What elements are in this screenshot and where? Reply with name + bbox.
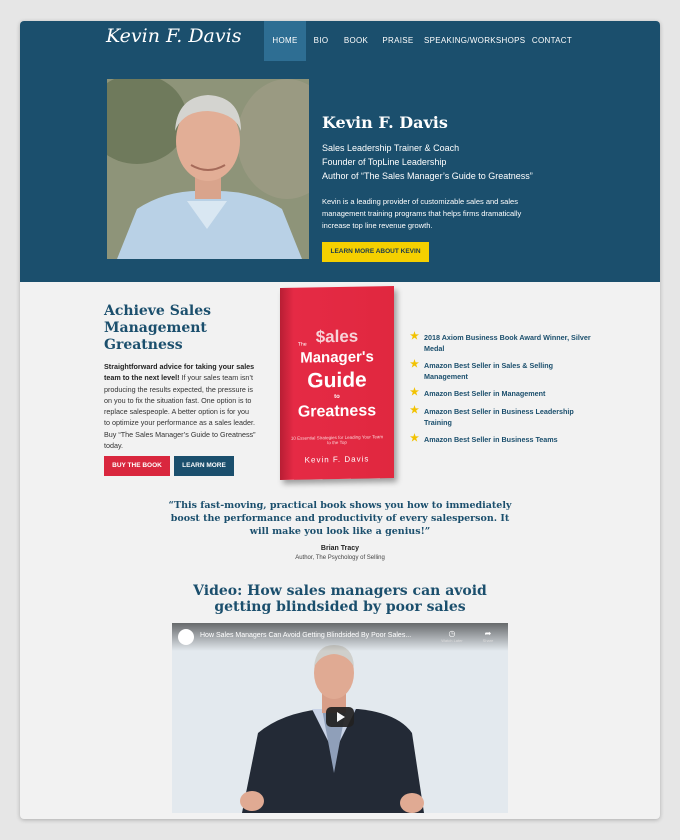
award-item: ★ Amazon Best Seller in Business Leaders… [410,405,594,428]
hero-section: Kevin F. Davis Sales Leadership Trainer … [20,61,660,282]
cover-title-5: Greatness [297,402,377,421]
award-item: ★ Amazon Best Seller in Management [410,387,594,399]
channel-logo-icon[interactable] [178,629,194,645]
award-item: ★ Amazon Best Seller in Business Teams [410,433,594,445]
kevin-portrait-photo [107,79,309,259]
learn-more-about-kevin-button[interactable]: LEARN MORE ABOUT KEVIN [322,242,429,262]
award-item: ★ Amazon Best Seller in Sales & Selling … [410,359,594,382]
star-icon: ★ [410,433,419,444]
browser-page: Kevin F. Davis HOME BIO BOOK PRAISE SPEA… [20,21,660,819]
cover-subtitle: 10 Essential Strategies for Leading Your… [290,434,384,446]
book-section-title: Achieve Sales Management Greatness [104,303,211,353]
award-text: Amazon Best Seller in Business Teams [424,435,558,444]
star-icon: ★ [410,331,419,342]
video-player[interactable]: How Sales Managers Can Avoid Getting Bli… [172,623,508,813]
video-caption[interactable]: How Sales Managers Can Avoid Getting Bli… [200,632,411,639]
cover-title-3: Guide [307,368,367,393]
hero-role-1: Sales Leadership Trainer & Coach [322,143,460,153]
nav-home[interactable]: HOME [264,21,306,61]
hero-description: Kevin is a leading provider of customiza… [322,197,522,230]
testimonial-author-role: Author, The Psychology of Selling [295,555,385,561]
video-heading: Video: How sales managers can avoid gett… [193,583,487,615]
nav-bio[interactable]: BIO [308,21,334,61]
award-text: Amazon Best Seller in Business Leadershi… [424,407,574,427]
cover-title-2: Manager's [300,348,374,367]
learn-more-button[interactable]: LEARN MORE [174,456,234,476]
cover-author: Kevin F. Davis [304,454,370,465]
watch-later-icon[interactable]: ◷ Watch Later [440,629,464,643]
testimonial-quote: “This fast-moving, practical book shows … [168,500,512,537]
nav-praise[interactable]: PRAISE [378,21,418,61]
cover-title-1: $ales [315,326,359,347]
book-description: Straightforward advice for taking your s… [104,361,256,451]
hero-role-2: Founder of TopLine Leadership [322,157,447,167]
star-icon: ★ [410,359,419,370]
share-label: Share [482,638,494,643]
cover-title-4: to [334,393,340,401]
award-text: Amazon Best Seller in Sales & Selling Ma… [424,361,554,381]
nav-contact[interactable]: CONTACT [528,21,576,61]
nav-speaking-workshops[interactable]: SPEAKING/WORKSHOPS [424,21,525,61]
top-navigation: Kevin F. Davis HOME BIO BOOK PRAISE SPEA… [20,21,660,61]
share-icon[interactable]: ➦ Share [476,629,500,643]
hero-role-3: Author of “The Sales Manager’s Guide to … [322,171,533,181]
site-logo[interactable]: Kevin F. Davis [106,25,241,55]
watch-later-label: Watch Later [441,638,463,643]
award-text: 2018 Axiom Business Book Award Winner, S… [424,333,591,353]
star-icon: ★ [410,405,419,416]
award-item: ★ 2018 Axiom Business Book Award Winner,… [410,331,594,354]
book-lead-text: If your sales team isn’t producing the r… [104,373,256,451]
book-cover-image[interactable]: The $ales Manager's Guide to Greatness 1… [280,286,394,480]
award-text: Amazon Best Seller in Management [424,389,546,398]
testimonial-author: Brian Tracy [320,545,360,552]
buy-the-book-button[interactable]: BUY THE BOOK [104,456,170,476]
hero-name: Kevin F. Davis [322,113,448,132]
nav-book[interactable]: BOOK [340,21,372,61]
play-button-icon[interactable] [326,707,354,727]
star-icon: ★ [410,387,419,398]
